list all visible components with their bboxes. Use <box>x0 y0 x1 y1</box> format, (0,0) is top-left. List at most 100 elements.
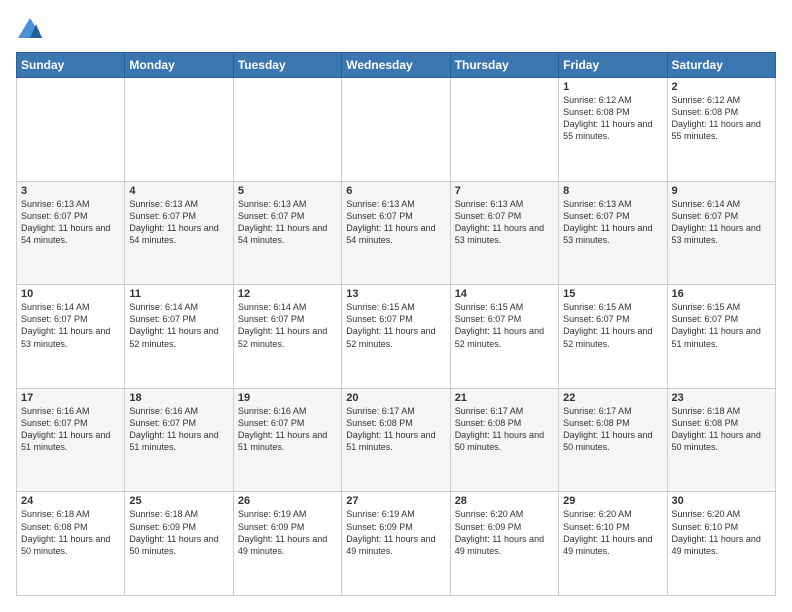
day-cell: 26Sunrise: 6:19 AM Sunset: 6:09 PM Dayli… <box>233 492 341 596</box>
day-info: Sunrise: 6:20 AM Sunset: 6:10 PM Dayligh… <box>672 508 771 557</box>
day-cell: 20Sunrise: 6:17 AM Sunset: 6:08 PM Dayli… <box>342 388 450 492</box>
day-number: 29 <box>563 495 662 507</box>
weekday-header-saturday: Saturday <box>667 53 775 78</box>
day-cell: 6Sunrise: 6:13 AM Sunset: 6:07 PM Daylig… <box>342 181 450 285</box>
day-number: 18 <box>129 392 228 404</box>
day-number: 23 <box>672 392 771 404</box>
day-info: Sunrise: 6:15 AM Sunset: 6:07 PM Dayligh… <box>563 301 662 350</box>
day-info: Sunrise: 6:13 AM Sunset: 6:07 PM Dayligh… <box>129 198 228 247</box>
day-number: 11 <box>129 288 228 300</box>
day-cell: 5Sunrise: 6:13 AM Sunset: 6:07 PM Daylig… <box>233 181 341 285</box>
day-cell: 22Sunrise: 6:17 AM Sunset: 6:08 PM Dayli… <box>559 388 667 492</box>
day-number: 13 <box>346 288 445 300</box>
day-number: 5 <box>238 185 337 197</box>
day-cell: 11Sunrise: 6:14 AM Sunset: 6:07 PM Dayli… <box>125 285 233 389</box>
day-info: Sunrise: 6:15 AM Sunset: 6:07 PM Dayligh… <box>346 301 445 350</box>
day-info: Sunrise: 6:14 AM Sunset: 6:07 PM Dayligh… <box>21 301 120 350</box>
day-cell: 27Sunrise: 6:19 AM Sunset: 6:09 PM Dayli… <box>342 492 450 596</box>
day-number: 22 <box>563 392 662 404</box>
weekday-header-wednesday: Wednesday <box>342 53 450 78</box>
logo <box>16 16 48 44</box>
weekday-header-monday: Monday <box>125 53 233 78</box>
day-info: Sunrise: 6:20 AM Sunset: 6:09 PM Dayligh… <box>455 508 554 557</box>
day-cell: 30Sunrise: 6:20 AM Sunset: 6:10 PM Dayli… <box>667 492 775 596</box>
day-cell: 21Sunrise: 6:17 AM Sunset: 6:08 PM Dayli… <box>450 388 558 492</box>
page: SundayMondayTuesdayWednesdayThursdayFrid… <box>0 0 792 612</box>
day-number: 27 <box>346 495 445 507</box>
day-number: 17 <box>21 392 120 404</box>
header <box>16 16 776 44</box>
day-number: 26 <box>238 495 337 507</box>
day-number: 9 <box>672 185 771 197</box>
day-info: Sunrise: 6:15 AM Sunset: 6:07 PM Dayligh… <box>672 301 771 350</box>
day-info: Sunrise: 6:13 AM Sunset: 6:07 PM Dayligh… <box>238 198 337 247</box>
day-cell: 15Sunrise: 6:15 AM Sunset: 6:07 PM Dayli… <box>559 285 667 389</box>
day-number: 1 <box>563 81 662 93</box>
day-info: Sunrise: 6:15 AM Sunset: 6:07 PM Dayligh… <box>455 301 554 350</box>
day-number: 6 <box>346 185 445 197</box>
day-info: Sunrise: 6:16 AM Sunset: 6:07 PM Dayligh… <box>238 405 337 454</box>
week-row-2: 3 Sunrise: 6:13 AM Sunset: 6:07 PM Daylig… <box>17 181 776 285</box>
day-info: Sunrise: 6:18 AM Sunset: 6:09 PM Dayligh… <box>129 508 228 557</box>
day-number: 8 <box>563 185 662 197</box>
day-info: Sunrise: 6:13 AM Sunset: 6:07 PM Dayligh… <box>346 198 445 247</box>
day-cell: 3Sunrise: 6:13 AM Sunset: 6:07 PM Daylig… <box>17 181 125 285</box>
day-info: Sunrise: 6:12 AM Sunset: 6:08 PM Dayligh… <box>672 94 771 143</box>
calendar-table: SundayMondayTuesdayWednesdayThursdayFrid… <box>16 52 776 596</box>
day-info: Sunrise: 6:19 AM Sunset: 6:09 PM Dayligh… <box>238 508 337 557</box>
week-row-1: 1Sunrise: 6:12 AM Sunset: 6:08 PM Daylig… <box>17 78 776 182</box>
day-info: Sunrise: 6:14 AM Sunset: 6:07 PM Dayligh… <box>672 198 771 247</box>
week-row-3: 10Sunrise: 6:14 AM Sunset: 6:07 PM Dayli… <box>17 285 776 389</box>
day-number: 3 <box>21 185 120 197</box>
day-number: 2 <box>672 81 771 93</box>
day-cell: 28Sunrise: 6:20 AM Sunset: 6:09 PM Dayli… <box>450 492 558 596</box>
day-number: 4 <box>129 185 228 197</box>
day-cell: 17Sunrise: 6:16 AM Sunset: 6:07 PM Dayli… <box>17 388 125 492</box>
day-cell <box>125 78 233 182</box>
day-number: 14 <box>455 288 554 300</box>
day-cell <box>342 78 450 182</box>
day-info: Sunrise: 6:17 AM Sunset: 6:08 PM Dayligh… <box>563 405 662 454</box>
day-info: Sunrise: 6:20 AM Sunset: 6:10 PM Dayligh… <box>563 508 662 557</box>
day-cell: 10Sunrise: 6:14 AM Sunset: 6:07 PM Dayli… <box>17 285 125 389</box>
weekday-header-thursday: Thursday <box>450 53 558 78</box>
day-cell: 1Sunrise: 6:12 AM Sunset: 6:08 PM Daylig… <box>559 78 667 182</box>
weekday-header-tuesday: Tuesday <box>233 53 341 78</box>
day-cell: 8Sunrise: 6:13 AM Sunset: 6:07 PM Daylig… <box>559 181 667 285</box>
day-number: 24 <box>21 495 120 507</box>
weekday-header-row: SundayMondayTuesdayWednesdayThursdayFrid… <box>17 53 776 78</box>
day-cell: 4Sunrise: 6:13 AM Sunset: 6:07 PM Daylig… <box>125 181 233 285</box>
day-number: 7 <box>455 185 554 197</box>
day-cell: 9Sunrise: 6:14 AM Sunset: 6:07 PM Daylig… <box>667 181 775 285</box>
day-info: Sunrise: 6:19 AM Sunset: 6:09 PM Dayligh… <box>346 508 445 557</box>
day-cell <box>233 78 341 182</box>
day-info: Sunrise: 6:12 AM Sunset: 6:08 PM Dayligh… <box>563 94 662 143</box>
weekday-header-sunday: Sunday <box>17 53 125 78</box>
day-cell <box>450 78 558 182</box>
day-number: 16 <box>672 288 771 300</box>
day-cell: 7Sunrise: 6:13 AM Sunset: 6:07 PM Daylig… <box>450 181 558 285</box>
day-number: 20 <box>346 392 445 404</box>
day-info: Sunrise: 6:16 AM Sunset: 6:07 PM Dayligh… <box>21 405 120 454</box>
day-info: Sunrise: 6:18 AM Sunset: 6:08 PM Dayligh… <box>672 405 771 454</box>
day-cell: 16Sunrise: 6:15 AM Sunset: 6:07 PM Dayli… <box>667 285 775 389</box>
day-number: 10 <box>21 288 120 300</box>
day-cell: 12Sunrise: 6:14 AM Sunset: 6:07 PM Dayli… <box>233 285 341 389</box>
day-cell: 24Sunrise: 6:18 AM Sunset: 6:08 PM Dayli… <box>17 492 125 596</box>
day-number: 12 <box>238 288 337 300</box>
day-info: Sunrise: 6:13 AM Sunset: 6:07 PM Dayligh… <box>455 198 554 247</box>
day-cell: 14Sunrise: 6:15 AM Sunset: 6:07 PM Dayli… <box>450 285 558 389</box>
day-number: 25 <box>129 495 228 507</box>
day-info: Sunrise: 6:16 AM Sunset: 6:07 PM Dayligh… <box>129 405 228 454</box>
day-number: 15 <box>563 288 662 300</box>
day-cell: 2Sunrise: 6:12 AM Sunset: 6:08 PM Daylig… <box>667 78 775 182</box>
week-row-5: 24Sunrise: 6:18 AM Sunset: 6:08 PM Dayli… <box>17 492 776 596</box>
day-cell: 13Sunrise: 6:15 AM Sunset: 6:07 PM Dayli… <box>342 285 450 389</box>
day-cell <box>17 78 125 182</box>
day-cell: 18Sunrise: 6:16 AM Sunset: 6:07 PM Dayli… <box>125 388 233 492</box>
day-cell: 29Sunrise: 6:20 AM Sunset: 6:10 PM Dayli… <box>559 492 667 596</box>
day-info: Sunrise: 6:14 AM Sunset: 6:07 PM Dayligh… <box>238 301 337 350</box>
day-cell: 19Sunrise: 6:16 AM Sunset: 6:07 PM Dayli… <box>233 388 341 492</box>
weekday-header-friday: Friday <box>559 53 667 78</box>
week-row-4: 17Sunrise: 6:16 AM Sunset: 6:07 PM Dayli… <box>17 388 776 492</box>
